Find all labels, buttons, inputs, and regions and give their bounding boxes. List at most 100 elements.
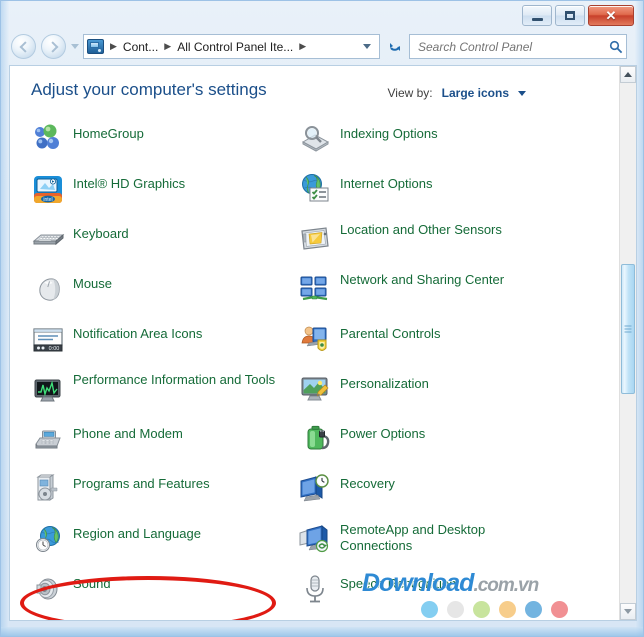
remoteapp-icon[interactable] xyxy=(298,522,332,556)
control-panel-item[interactable]: Speech Recognition xyxy=(298,568,576,618)
notification-area-icon[interactable]: 0:00 xyxy=(31,322,65,356)
recovery-icon[interactable] xyxy=(298,472,332,506)
chevron-down-icon[interactable] xyxy=(518,90,526,96)
page-title: Adjust your computer's settings xyxy=(31,80,267,99)
control-panel-item[interactable]: Location and Other Sensors xyxy=(298,218,576,268)
view-by-control[interactable]: View by: Large icons xyxy=(388,86,526,100)
svg-text:0:00: 0:00 xyxy=(49,346,60,352)
control-panel-item-label[interactable]: Region and Language xyxy=(73,522,201,542)
homegroup-icon[interactable] xyxy=(31,122,65,156)
close-icon: ✕ xyxy=(605,8,617,23)
svg-text:intel: intel xyxy=(43,197,52,203)
control-panel-item-label[interactable]: Programs and Features xyxy=(73,472,210,492)
maximize-icon xyxy=(565,11,575,20)
control-panel-item[interactable]: Internet Options xyxy=(298,168,576,218)
indexing-options-icon[interactable] xyxy=(298,122,332,156)
control-panel-item-label[interactable]: Performance Information and Tools xyxy=(73,372,275,388)
title-bar: ✕ xyxy=(1,1,644,31)
breadcrumb-separator-icon: ▶ xyxy=(164,41,172,51)
region-language-icon[interactable] xyxy=(31,522,65,556)
control-panel-item[interactable]: Mouse xyxy=(31,268,309,318)
scrollbar-grip-icon xyxy=(624,325,632,333)
mouse-icon[interactable] xyxy=(31,272,65,306)
power-options-icon[interactable] xyxy=(298,422,332,456)
control-panel-item-label[interactable]: Network and Sharing Center xyxy=(340,272,504,288)
intel-graphics-icon[interactable]: intel xyxy=(31,172,65,206)
chevron-down-icon xyxy=(624,609,632,614)
close-button[interactable]: ✕ xyxy=(588,5,634,26)
window-frame-bottom xyxy=(1,627,643,636)
control-panel-item[interactable]: RemoteApp and Desktop Connections xyxy=(298,518,576,568)
control-panel-item[interactable]: Network and Sharing Center xyxy=(298,268,576,318)
control-panel-item-label[interactable]: Notification Area Icons xyxy=(73,322,202,342)
minimize-button[interactable] xyxy=(522,5,552,26)
control-panel-item[interactable]: Phone and Modem xyxy=(31,418,309,468)
control-panel-item[interactable]: Performance Information and Tools xyxy=(31,368,309,418)
maximize-button[interactable] xyxy=(555,5,585,26)
items-column-left: HomeGroup intel Intel® HD Graphics Keybo… xyxy=(31,118,309,618)
control-panel-item-label[interactable]: Keyboard xyxy=(73,222,129,242)
sound-icon[interactable] xyxy=(31,572,65,606)
scroll-up-button[interactable] xyxy=(620,66,636,83)
control-panel-item-label[interactable]: Speech Recognition xyxy=(340,572,456,592)
search-input[interactable] xyxy=(416,35,606,58)
control-panel-item[interactable]: intel Intel® HD Graphics xyxy=(31,168,309,218)
phone-modem-icon[interactable] xyxy=(31,422,65,456)
keyboard-icon[interactable] xyxy=(31,222,65,256)
control-panel-item-label[interactable]: Sound xyxy=(73,572,111,592)
content-panel: Adjust your computer's settings View by:… xyxy=(9,65,637,621)
control-panel-item[interactable]: Keyboard xyxy=(31,218,309,268)
control-panel-item-label[interactable]: Parental Controls xyxy=(340,322,440,342)
control-panel-item[interactable]: Personalization xyxy=(298,368,576,418)
window-controls: ✕ xyxy=(522,5,634,26)
control-panel-item[interactable]: Parental Controls xyxy=(298,318,576,368)
control-panel-icon xyxy=(87,39,104,54)
personalization-icon[interactable] xyxy=(298,372,332,406)
control-panel-item[interactable]: Recovery xyxy=(298,468,576,518)
breadcrumb-item-control-panel[interactable]: Cont... xyxy=(121,40,160,54)
control-panel-item-label[interactable]: Mouse xyxy=(73,272,112,292)
forward-button[interactable] xyxy=(41,34,66,59)
vertical-scrollbar[interactable] xyxy=(619,66,636,620)
control-panel-item-label[interactable]: Location and Other Sensors xyxy=(340,222,502,238)
address-bar: ▶ Cont... ▶ All Control Panel Ite... ▶ xyxy=(1,31,644,63)
internet-options-icon[interactable] xyxy=(298,172,332,206)
control-panel-item[interactable]: HomeGroup xyxy=(31,118,309,168)
breadcrumb-separator-icon: ▶ xyxy=(110,41,117,51)
control-panel-item-label[interactable]: Recovery xyxy=(340,472,395,492)
search-icon[interactable] xyxy=(606,40,626,54)
search-box[interactable] xyxy=(409,34,627,59)
control-panel-item[interactable]: Region and Language xyxy=(31,518,309,568)
parental-controls-icon[interactable] xyxy=(298,322,332,356)
control-panel-item[interactable]: Power Options xyxy=(298,418,576,468)
network-sharing-icon[interactable] xyxy=(298,272,332,306)
control-panel-window: ✕ ▶ Cont... ▶ All Control Panel Ite... ▶ xyxy=(0,0,644,637)
control-panel-item-label[interactable]: RemoteApp and Desktop Connections xyxy=(340,522,550,554)
programs-features-icon[interactable] xyxy=(31,472,65,506)
control-panel-item-label[interactable]: Personalization xyxy=(340,372,429,392)
control-panel-item-label[interactable]: Phone and Modem xyxy=(73,422,183,442)
control-panel-item-label[interactable]: HomeGroup xyxy=(73,122,144,142)
location-sensors-icon[interactable] xyxy=(298,222,332,256)
control-panel-item-label[interactable]: Internet Options xyxy=(340,172,433,192)
control-panel-item[interactable]: Indexing Options xyxy=(298,118,576,168)
items-column-right: Indexing Options Internet Options Locati… xyxy=(298,118,576,618)
breadcrumb[interactable]: ▶ Cont... ▶ All Control Panel Ite... ▶ xyxy=(83,34,380,59)
window-frame-left xyxy=(1,1,9,636)
control-panel-item[interactable]: Programs and Features xyxy=(31,468,309,518)
scroll-down-button[interactable] xyxy=(620,603,636,620)
back-button[interactable] xyxy=(11,34,36,59)
control-panel-item[interactable]: 0:00 Notification Area Icons xyxy=(31,318,309,368)
control-panel-item[interactable]: Sound xyxy=(31,568,309,618)
speech-recognition-icon[interactable] xyxy=(298,572,332,606)
performance-icon[interactable] xyxy=(31,372,65,406)
breadcrumb-dropdown-icon[interactable] xyxy=(363,44,371,49)
control-panel-item-label[interactable]: Indexing Options xyxy=(340,122,438,142)
scrollbar-thumb[interactable] xyxy=(621,264,635,394)
control-panel-item-label[interactable]: Intel® HD Graphics xyxy=(73,172,185,192)
view-by-value[interactable]: Large icons xyxy=(442,86,509,100)
breadcrumb-item-all-items[interactable]: All Control Panel Ite... xyxy=(175,40,295,54)
control-panel-item-label[interactable]: Power Options xyxy=(340,422,425,442)
refresh-button[interactable] xyxy=(384,35,406,58)
recent-pages-caret-icon[interactable] xyxy=(71,44,79,49)
